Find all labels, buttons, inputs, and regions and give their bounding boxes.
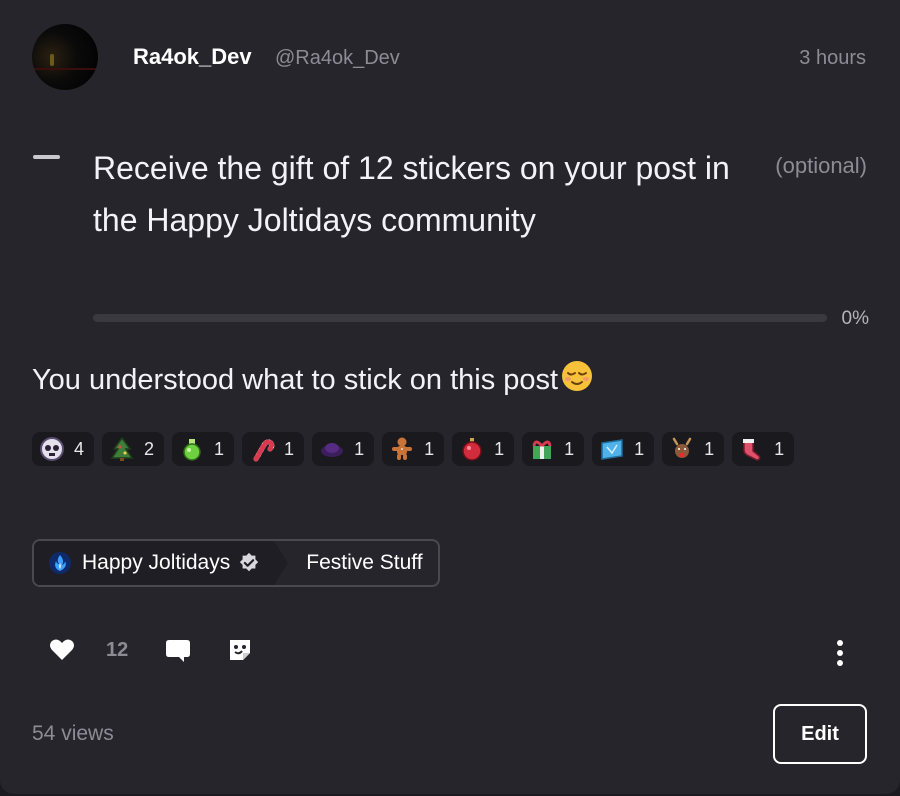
quest-progress-bar: [93, 314, 827, 322]
like-button[interactable]: [48, 636, 76, 664]
post-card: Ra4ok_Dev @Ra4ok_Dev 3 hours Receive the…: [0, 0, 900, 794]
community-tag[interactable]: Happy Joltidays Festive Stuff: [32, 539, 440, 587]
candy-cane-sticker-icon: [253, 439, 275, 462]
post-body-text: You understood what to stick on this pos…: [32, 363, 559, 396]
post-body: You understood what to stick on this pos…: [32, 360, 593, 400]
jolt-flame-icon: [49, 552, 71, 574]
like-count[interactable]: 12: [106, 639, 128, 662]
sticker-place-button[interactable]: [226, 636, 254, 664]
ice-sticker-icon: [601, 439, 623, 460]
quest-text: Receive the gift of 12 stickers on your …: [93, 150, 730, 238]
sticker-list: 4 2 1 1 1 1 1 1 1 1 1: [32, 432, 872, 466]
view-count: 54 views: [32, 722, 114, 745]
username[interactable]: Ra4ok_Dev: [133, 44, 252, 70]
sticker-item[interactable]: 1: [522, 432, 585, 466]
avatar[interactable]: [32, 24, 98, 90]
skull-sticker-icon: [40, 437, 64, 461]
comment-icon: [166, 640, 191, 662]
sticker-item[interactable]: 1: [172, 432, 235, 466]
stocking-sticker-icon: [743, 439, 761, 461]
edit-button[interactable]: Edit: [773, 704, 867, 764]
sticker-item[interactable]: 2: [102, 432, 165, 466]
verified-badge-icon: [240, 552, 259, 572]
community-name: Happy Joltidays: [82, 551, 231, 574]
sticker-item[interactable]: 1: [382, 432, 445, 466]
sticker-item[interactable]: 1: [312, 432, 375, 466]
sticker-item[interactable]: 1: [662, 432, 725, 466]
hat-sticker-icon: [321, 443, 344, 457]
ornament-sticker-icon: [462, 438, 482, 461]
sticker-item[interactable]: 4: [32, 432, 95, 466]
post-time: 3 hours: [799, 47, 866, 69]
sticker-item[interactable]: 1: [732, 432, 795, 466]
user-handle[interactable]: @Ra4ok_Dev: [275, 47, 400, 70]
sticker-item[interactable]: 1: [592, 432, 655, 466]
community-link[interactable]: Happy Joltidays: [34, 541, 289, 585]
gift-sticker-icon: [532, 440, 552, 459]
reindeer-sticker-icon: [672, 437, 692, 458]
sticker-item[interactable]: 1: [452, 432, 515, 466]
sticker-item[interactable]: 1: [242, 432, 305, 466]
tree-sticker-icon: [110, 436, 134, 461]
heart-icon: [50, 639, 74, 660]
quest-optional-label: (optional): [775, 153, 867, 178]
comment-button[interactable]: [164, 636, 192, 664]
potion-sticker-icon: [183, 439, 201, 461]
community-channel[interactable]: Festive Stuff: [306, 551, 422, 575]
gingerbread-sticker-icon: [392, 437, 413, 460]
quest-progress-label: 0%: [841, 308, 869, 329]
more-options-icon[interactable]: [836, 640, 844, 666]
quest-dash-icon: [33, 155, 60, 159]
relieved-emoji-icon: [561, 360, 593, 400]
sticker-icon: [230, 640, 251, 660]
post-actions: 12: [48, 636, 254, 664]
